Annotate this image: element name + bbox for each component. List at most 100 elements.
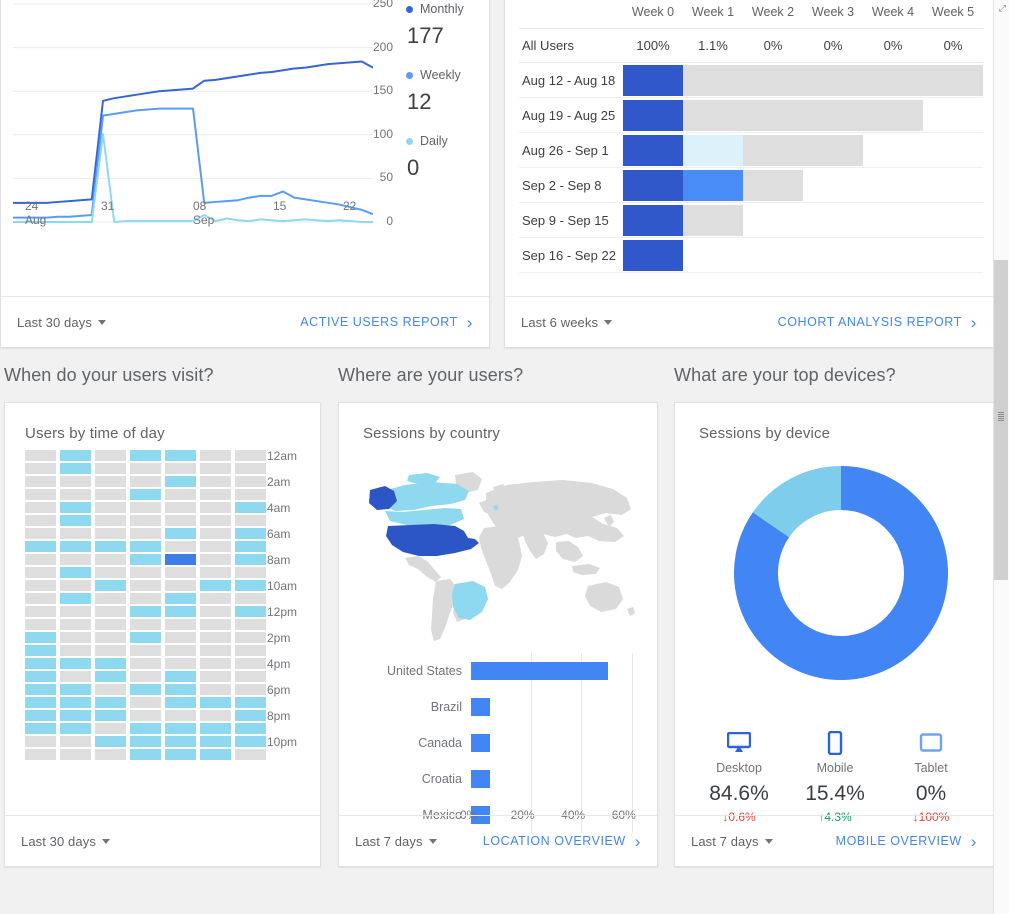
heatmap-cell-fri-14[interactable] — [200, 632, 231, 643]
heatmap-cell-tue-18[interactable] — [95, 684, 126, 695]
heatmap-cell-tue-14[interactable] — [95, 632, 126, 643]
cohort-cell-r1-w2[interactable] — [743, 98, 803, 133]
heatmap-cell-fri-9[interactable] — [200, 567, 231, 578]
heatmap-cell-sun-9[interactable] — [25, 567, 56, 578]
heatmap-cell-sat-21[interactable] — [235, 723, 266, 734]
cohort-daterange-selector[interactable]: Last 6 weeks — [521, 315, 613, 330]
heatmap-cell-tue-11[interactable] — [95, 593, 126, 604]
heatmap-cell-thu-19[interactable] — [165, 697, 196, 708]
heatmap-cell-sat-10[interactable] — [235, 580, 266, 591]
heatmap-cell-tue-15[interactable] — [95, 645, 126, 656]
heatmap-cell-fri-7[interactable] — [200, 541, 231, 552]
heatmap-cell-sun-4[interactable] — [25, 502, 56, 513]
heatmap-cell-sun-22[interactable] — [25, 736, 56, 747]
cohort-cell-r0-w1[interactable] — [683, 63, 743, 98]
heatmap-cell-wed-18[interactable] — [130, 684, 161, 695]
heatmap-cell-mon-0[interactable] — [60, 450, 91, 461]
heatmap-cell-wed-6[interactable] — [130, 528, 161, 539]
heatmap-cell-tue-6[interactable] — [95, 528, 126, 539]
heatmap-cell-sat-19[interactable] — [235, 697, 266, 708]
heatmap-cell-sat-2[interactable] — [235, 476, 266, 487]
heatmap-cell-sat-7[interactable] — [235, 541, 266, 552]
heatmap-cell-fri-13[interactable] — [200, 619, 231, 630]
heatmap-cell-wed-8[interactable] — [130, 554, 161, 565]
cohort-cell-r2-w1[interactable] — [683, 133, 743, 168]
heatmap-cell-tue-17[interactable] — [95, 671, 126, 682]
heatmap-cell-wed-5[interactable] — [130, 515, 161, 526]
heatmap-cell-mon-11[interactable] — [60, 593, 91, 604]
heatmap-cell-thu-5[interactable] — [165, 515, 196, 526]
heatmap-cell-sat-11[interactable] — [235, 593, 266, 604]
heatmap-cell-mon-19[interactable] — [60, 697, 91, 708]
heatmap-cell-sat-1[interactable] — [235, 463, 266, 474]
heatmap-cell-sun-8[interactable] — [25, 554, 56, 565]
cohort-report-link[interactable]: COHORT ANALYSIS REPORT › — [778, 314, 977, 331]
heatmap-cell-sun-14[interactable] — [25, 632, 56, 643]
cohort-cell-r0-w5[interactable] — [923, 63, 983, 98]
heatmap-cell-sun-15[interactable] — [25, 645, 56, 656]
heatmap-cell-tue-21[interactable] — [95, 723, 126, 734]
heatmap-cell-mon-13[interactable] — [60, 619, 91, 630]
heatmap-cell-wed-2[interactable] — [130, 476, 161, 487]
heatmap-cell-sun-7[interactable] — [25, 541, 56, 552]
heatmap-cell-sun-10[interactable] — [25, 580, 56, 591]
heatmap-cell-wed-12[interactable] — [130, 606, 161, 617]
heatmap-cell-fri-23[interactable] — [200, 749, 231, 760]
heatmap-cell-thu-18[interactable] — [165, 684, 196, 695]
heatmap-cell-fri-0[interactable] — [200, 450, 231, 461]
heatmap-cell-sat-5[interactable] — [235, 515, 266, 526]
heatmap-cell-sat-20[interactable] — [235, 710, 266, 721]
heatmap-cell-mon-14[interactable] — [60, 632, 91, 643]
heatmap-cell-fri-19[interactable] — [200, 697, 231, 708]
heatmap-cell-wed-19[interactable] — [130, 697, 161, 708]
country-bar-row[interactable]: United States — [349, 653, 649, 689]
country-bar-row[interactable]: Brazil — [349, 689, 649, 725]
cohort-cell-r1-w1[interactable] — [683, 98, 743, 133]
heatmap-cell-mon-21[interactable] — [60, 723, 91, 734]
heatmap-cell-mon-10[interactable] — [60, 580, 91, 591]
heatmap-cell-sun-20[interactable] — [25, 710, 56, 721]
heatmap-cell-sun-13[interactable] — [25, 619, 56, 630]
heatmap-cell-tue-23[interactable] — [95, 749, 126, 760]
heatmap-cell-sat-9[interactable] — [235, 567, 266, 578]
heatmap-cell-sun-21[interactable] — [25, 723, 56, 734]
active-users-report-link[interactable]: ACTIVE USERS REPORT › — [300, 314, 473, 331]
heatmap-cell-sat-15[interactable] — [235, 645, 266, 656]
heatmap-cell-thu-6[interactable] — [165, 528, 196, 539]
heatmap-cell-tue-13[interactable] — [95, 619, 126, 630]
heatmap-cell-mon-9[interactable] — [60, 567, 91, 578]
table-row[interactable]: Sep 2 - Sep 8 — [519, 168, 983, 203]
heatmap-cell-fri-18[interactable] — [200, 684, 231, 695]
heatmap-cell-tue-0[interactable] — [95, 450, 126, 461]
heatmap-cell-tue-19[interactable] — [95, 697, 126, 708]
device-daterange-selector[interactable]: Last 7 days — [691, 834, 773, 849]
heatmap-cell-thu-8[interactable] — [165, 554, 196, 565]
cohort-cell-r0-w0[interactable] — [623, 63, 683, 98]
heatmap-cell-thu-3[interactable] — [165, 489, 196, 500]
heatmap-cell-fri-22[interactable] — [200, 736, 231, 747]
heatmap-cell-sun-1[interactable] — [25, 463, 56, 474]
heatmap-cell-fri-6[interactable] — [200, 528, 231, 539]
heatmap-cell-fri-3[interactable] — [200, 489, 231, 500]
heatmap-cell-thu-17[interactable] — [165, 671, 196, 682]
heatmap-cell-mon-23[interactable] — [60, 749, 91, 760]
heatmap-cell-sun-11[interactable] — [25, 593, 56, 604]
heatmap-cell-mon-4[interactable] — [60, 502, 91, 513]
heatmap-cell-thu-7[interactable] — [165, 541, 196, 552]
heatmap-cell-fri-16[interactable] — [200, 658, 231, 669]
cohort-cell-r1-w4[interactable] — [863, 98, 923, 133]
heatmap-cell-sun-2[interactable] — [25, 476, 56, 487]
heatmap-cell-fri-8[interactable] — [200, 554, 231, 565]
heatmap-cell-sat-17[interactable] — [235, 671, 266, 682]
heatmap-cell-sat-0[interactable] — [235, 450, 266, 461]
heatmap-cell-fri-2[interactable] — [200, 476, 231, 487]
heatmap-cell-mon-15[interactable] — [60, 645, 91, 656]
heatmap-cell-sat-16[interactable] — [235, 658, 266, 669]
heatmap-cell-thu-23[interactable] — [165, 749, 196, 760]
heatmap-cell-tue-20[interactable] — [95, 710, 126, 721]
heatmap-cell-sun-16[interactable] — [25, 658, 56, 669]
heatmap-cell-mon-22[interactable] — [60, 736, 91, 747]
heatmap-cell-thu-20[interactable] — [165, 710, 196, 721]
cohort-cell-r2-w0[interactable] — [623, 133, 683, 168]
heatmap-cell-sun-19[interactable] — [25, 697, 56, 708]
